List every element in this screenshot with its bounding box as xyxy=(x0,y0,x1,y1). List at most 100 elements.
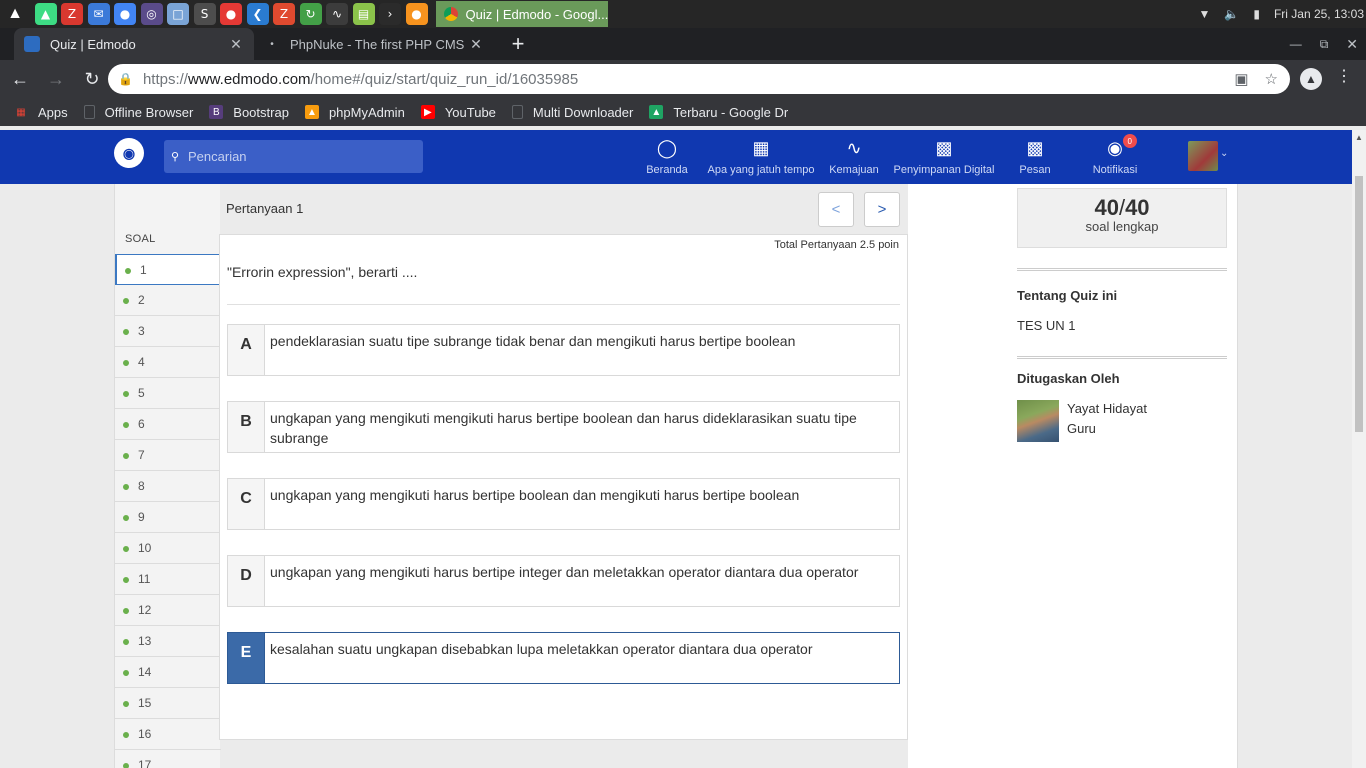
firefox-dev-icon[interactable]: ● xyxy=(405,3,428,25)
nav-item[interactable]: ◯ Beranda xyxy=(646,130,688,184)
browser-tab-inactive[interactable]: • PhpNuke - The first PHP CMS - F ✕ xyxy=(254,28,494,60)
answer-option-c[interactable]: Cungkapan yang mengikuti harus bertipe b… xyxy=(227,478,900,530)
answer-option-a[interactable]: Apendeklarasian suatu tipe subrange tida… xyxy=(227,324,900,376)
bookmark-item[interactable]: Offline Browser xyxy=(83,105,193,120)
nav-item[interactable]: ∿ Kemajuan xyxy=(829,130,879,184)
nav-item[interactable]: ▦ Apa yang jatuh tempo xyxy=(707,130,814,184)
edmodo-logo-icon[interactable]: ◉ xyxy=(114,138,144,168)
question-number-item[interactable]: 17 xyxy=(115,750,221,768)
zeal-icon[interactable]: Z xyxy=(273,3,295,25)
bookmark-label: Apps xyxy=(38,104,68,120)
answer-option-b[interactable]: Bungkapan yang mengikuti mengikuti harus… xyxy=(227,401,900,453)
volume-icon[interactable]: 🔈 xyxy=(1224,7,1239,21)
bookmark-item[interactable]: ▲ phpMyAdmin xyxy=(304,104,405,120)
browser-tab-active[interactable]: Quiz | Edmodo ✕ xyxy=(14,28,254,60)
reload-button[interactable]: ↻ xyxy=(76,63,108,95)
question-number: 11 xyxy=(138,572,151,586)
battery-icon[interactable]: ▮ xyxy=(1253,7,1260,21)
more-menu-icon[interactable]: ⋮ xyxy=(1336,66,1352,86)
taskbar-active-window[interactable]: Quiz | Edmodo - Googl... xyxy=(435,1,608,27)
question-number-item[interactable]: 12 xyxy=(115,595,221,626)
chevron-down-icon[interactable]: ⌄ xyxy=(1220,148,1228,159)
clock[interactable]: Fri Jan 25, 13:03 xyxy=(1274,7,1364,21)
recorder-icon[interactable]: ● xyxy=(220,3,242,25)
nav-item[interactable]: ◉ Notifikasi 0 xyxy=(1093,130,1137,184)
filezilla-icon[interactable]: Z xyxy=(61,3,83,25)
forward-button[interactable]: → xyxy=(40,63,72,95)
files-icon[interactable]: ▤ xyxy=(352,3,375,25)
url-host: www.edmodo.com xyxy=(187,70,311,88)
answered-dot-icon xyxy=(123,360,129,366)
question-number-item[interactable]: 9 xyxy=(115,502,221,533)
next-question-button[interactable]: > xyxy=(864,192,900,227)
question-number-item[interactable]: 4 xyxy=(115,347,221,378)
previous-question-button[interactable]: < xyxy=(818,192,854,227)
linux-tux-icon[interactable]: ▲ xyxy=(0,0,30,28)
sublime-text-icon[interactable]: S xyxy=(193,3,216,25)
question-number-item[interactable]: 13 xyxy=(115,626,221,657)
page-scrollbar[interactable]: ▲ xyxy=(1352,130,1366,768)
answered-dot-icon xyxy=(123,639,129,645)
question-number-item[interactable]: 14 xyxy=(115,657,221,688)
bookmark-item[interactable]: B Bootstrap xyxy=(209,105,289,120)
teacher-name[interactable]: Yayat Hidayat xyxy=(1067,401,1147,416)
bookmark-label: phpMyAdmin xyxy=(328,104,405,120)
quiz-name: TES UN 1 xyxy=(1017,318,1076,333)
question-number-item[interactable]: 6 xyxy=(115,409,221,440)
tab-close-icon[interactable]: ✕ xyxy=(468,36,484,53)
virtualbox-icon[interactable]: □ xyxy=(167,3,189,25)
nav-item[interactable]: ▩ Pesan xyxy=(1019,130,1050,184)
question-number-item[interactable]: 5 xyxy=(115,378,221,409)
close-window-icon[interactable]: ✕ xyxy=(1346,36,1358,53)
wifi-icon[interactable]: ▼ xyxy=(1198,7,1210,21)
question-panel: Total Pertanyaan 2.5 poin "Errorin expre… xyxy=(219,234,908,740)
question-number-item[interactable]: 3 xyxy=(115,316,221,347)
translate-icon[interactable]: ▣ xyxy=(1234,70,1248,88)
user-avatar[interactable] xyxy=(1188,141,1218,171)
question-number-item[interactable]: 1 xyxy=(115,254,221,285)
nav-item[interactable]: ▩ Penyimpanan Digital xyxy=(894,130,995,184)
url-scheme: https:// xyxy=(142,70,188,88)
maximize-icon[interactable]: ⧉ xyxy=(1320,37,1329,52)
search-box[interactable]: ⚲ xyxy=(164,140,423,173)
message-icon: ▩ xyxy=(1026,137,1044,158)
new-tab-button[interactable]: + xyxy=(504,28,532,60)
vscode-icon[interactable]: ❮ xyxy=(246,3,269,25)
address-bar[interactable]: 🔒 https://www.edmodo.com/home#/quiz/star… xyxy=(108,64,1290,94)
search-input[interactable] xyxy=(188,149,408,164)
teacher-avatar[interactable] xyxy=(1017,400,1059,442)
question-number-item[interactable]: 7 xyxy=(115,440,221,471)
question-number-item[interactable]: 15 xyxy=(115,688,221,719)
question-number-item[interactable]: 2 xyxy=(115,285,221,316)
minimize-icon[interactable]: — xyxy=(1290,37,1302,51)
question-number-item[interactable]: 11 xyxy=(115,564,221,595)
system-monitor-icon[interactable]: ∿ xyxy=(326,3,348,25)
question-number-item[interactable]: 8 xyxy=(115,471,221,502)
answer-option-e[interactable]: Ekesalahan suatu ungkapan disebabkan lup… xyxy=(227,632,900,684)
profile-avatar-icon[interactable]: ▲ xyxy=(1300,68,1322,90)
update-icon[interactable]: ↻ xyxy=(299,3,322,25)
question-number-item[interactable]: 10 xyxy=(115,533,221,564)
question-number-item[interactable]: 16 xyxy=(115,719,221,750)
bookmark-item[interactable]: Multi Downloader xyxy=(511,105,633,120)
scroll-up-icon[interactable]: ▲ xyxy=(1355,133,1363,142)
obs-icon[interactable]: ◎ xyxy=(140,3,163,25)
android-studio-icon[interactable]: ▲ xyxy=(34,3,57,25)
answered-dot-icon xyxy=(123,701,129,707)
question-number: 10 xyxy=(138,541,152,555)
terminal-icon[interactable]: › xyxy=(379,3,401,25)
bookmark-item[interactable]: ▶ YouTube xyxy=(420,105,496,120)
chrome-icon[interactable]: ● xyxy=(114,3,136,25)
arrow-right-icon: → xyxy=(47,68,65,89)
bookmark-star-icon[interactable]: ☆ xyxy=(1265,70,1278,88)
answer-option-d[interactable]: Dungkapan yang mengikuti harus bertipe i… xyxy=(227,555,900,607)
back-button[interactable]: ← xyxy=(4,63,36,95)
bluemail-icon[interactable]: ✉ xyxy=(87,3,110,25)
tab-close-icon[interactable]: ✕ xyxy=(228,36,244,53)
bookmark-item[interactable]: ▦ Apps xyxy=(14,104,68,120)
scrollbar-thumb[interactable] xyxy=(1355,176,1363,432)
arrow-left-icon: ← xyxy=(11,68,29,89)
bookmark-item[interactable]: ▲ Terbaru - Google Dr xyxy=(649,105,788,120)
quiz-info-panel: 40/40 soal lengkap Tentang Quiz ini TES … xyxy=(908,184,1238,768)
progress-count: 40/40 xyxy=(1018,195,1226,221)
